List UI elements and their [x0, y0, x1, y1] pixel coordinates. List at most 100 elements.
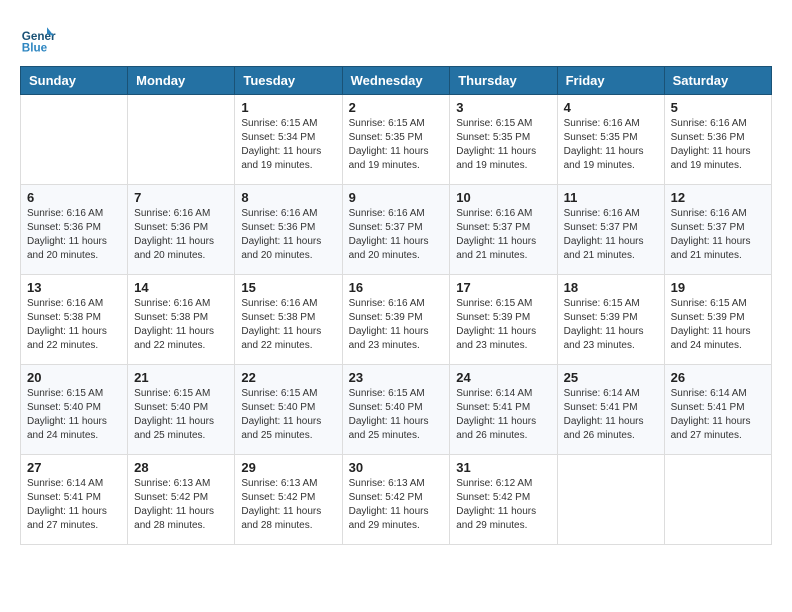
day-number: 22: [241, 370, 335, 385]
day-info: Sunrise: 6:16 AM Sunset: 5:35 PM Dayligh…: [564, 117, 658, 173]
day-number: 31: [456, 460, 550, 475]
calendar-cell: 20 Sunrise: 6:15 AM Sunset: 5:40 PM Dayli…: [21, 365, 128, 455]
calendar-header-sunday: Sunday: [21, 67, 128, 95]
day-info: Sunrise: 6:16 AM Sunset: 5:38 PM Dayligh…: [134, 297, 228, 353]
logo: General Blue: [20, 20, 60, 56]
calendar-week-row: 13 Sunrise: 6:16 AM Sunset: 5:38 PM Dayli…: [21, 275, 772, 365]
calendar-week-row: 1 Sunrise: 6:15 AM Sunset: 5:34 PM Daylig…: [21, 95, 772, 185]
day-number: 29: [241, 460, 335, 475]
day-number: 13: [27, 280, 121, 295]
svg-text:Blue: Blue: [22, 42, 48, 55]
day-info: Sunrise: 6:14 AM Sunset: 5:41 PM Dayligh…: [671, 387, 765, 443]
calendar-cell: 9Sunrise: 6:16 AM Sunset: 5:37 PM Daylig…: [342, 185, 450, 275]
day-info: Sunrise: 6:16 AM Sunset: 5:36 PM Dayligh…: [134, 207, 228, 263]
calendar-header-friday: Friday: [557, 67, 664, 95]
calendar-cell: [128, 95, 235, 185]
day-number: 3: [456, 100, 550, 115]
day-info: Sunrise: 6:12 AM Sunset: 5:42 PM Dayligh…: [456, 477, 550, 533]
calendar-cell: 10 Sunrise: 6:16 AM Sunset: 5:37 PM Dayli…: [450, 185, 557, 275]
calendar-cell: 24 Sunrise: 6:14 AM Sunset: 5:41 PM Dayli…: [450, 365, 557, 455]
calendar-cell: 16 Sunrise: 6:16 AM Sunset: 5:39 PM Dayli…: [342, 275, 450, 365]
day-number: 4: [564, 100, 658, 115]
day-info: Sunrise: 6:15 AM Sunset: 5:40 PM Dayligh…: [134, 387, 228, 443]
calendar-cell: 1 Sunrise: 6:15 AM Sunset: 5:34 PM Daylig…: [235, 95, 342, 185]
calendar-cell: 27 Sunrise: 6:14 AM Sunset: 5:41 PM Dayli…: [21, 455, 128, 545]
day-number: 16: [349, 280, 444, 295]
day-info: Sunrise: 6:15 AM Sunset: 5:40 PM Dayligh…: [241, 387, 335, 443]
day-number: 20: [27, 370, 121, 385]
calendar-cell: 17 Sunrise: 6:15 AM Sunset: 5:39 PM Dayli…: [450, 275, 557, 365]
day-number: 17: [456, 280, 550, 295]
day-number: 24: [456, 370, 550, 385]
day-info: Sunrise: 6:15 AM Sunset: 5:34 PM Dayligh…: [241, 117, 335, 173]
day-info: Sunrise: 6:15 AM Sunset: 5:35 PM Dayligh…: [456, 117, 550, 173]
day-number: 10: [456, 190, 550, 205]
day-info: Sunrise: 6:16 AM Sunset: 5:37 PM Dayligh…: [671, 207, 765, 263]
calendar-cell: 15 Sunrise: 6:16 AM Sunset: 5:38 PM Dayli…: [235, 275, 342, 365]
day-number: 6: [27, 190, 121, 205]
calendar-cell: 28 Sunrise: 6:13 AM Sunset: 5:42 PM Dayli…: [128, 455, 235, 545]
calendar-header-monday: Monday: [128, 67, 235, 95]
calendar-cell: 6 Sunrise: 6:16 AM Sunset: 5:36 PM Daylig…: [21, 185, 128, 275]
day-number: 18: [564, 280, 658, 295]
calendar-cell: 31 Sunrise: 6:12 AM Sunset: 5:42 PM Dayli…: [450, 455, 557, 545]
calendar-cell: 14Sunrise: 6:16 AM Sunset: 5:38 PM Dayli…: [128, 275, 235, 365]
calendar-week-row: 20 Sunrise: 6:15 AM Sunset: 5:40 PM Dayli…: [21, 365, 772, 455]
day-info: Sunrise: 6:15 AM Sunset: 5:40 PM Dayligh…: [27, 387, 121, 443]
day-info: Sunrise: 6:13 AM Sunset: 5:42 PM Dayligh…: [241, 477, 335, 533]
day-info: Sunrise: 6:14 AM Sunset: 5:41 PM Dayligh…: [27, 477, 121, 533]
day-info: Sunrise: 6:14 AM Sunset: 5:41 PM Dayligh…: [456, 387, 550, 443]
calendar-cell: 7Sunrise: 6:16 AM Sunset: 5:36 PM Daylig…: [128, 185, 235, 275]
calendar-cell: 2Sunrise: 6:15 AM Sunset: 5:35 PM Daylig…: [342, 95, 450, 185]
day-number: 28: [134, 460, 228, 475]
calendar-cell: 22 Sunrise: 6:15 AM Sunset: 5:40 PM Dayli…: [235, 365, 342, 455]
calendar-week-row: 27 Sunrise: 6:14 AM Sunset: 5:41 PM Dayli…: [21, 455, 772, 545]
logo-icon: General Blue: [20, 20, 56, 56]
day-info: Sunrise: 6:14 AM Sunset: 5:41 PM Dayligh…: [564, 387, 658, 443]
calendar-cell: 23 Sunrise: 6:15 AM Sunset: 5:40 PM Dayli…: [342, 365, 450, 455]
day-number: 1: [241, 100, 335, 115]
calendar-cell: 29 Sunrise: 6:13 AM Sunset: 5:42 PM Dayli…: [235, 455, 342, 545]
calendar-cell: [557, 455, 664, 545]
day-number: 21: [134, 370, 228, 385]
calendar-cell: 26 Sunrise: 6:14 AM Sunset: 5:41 PM Dayli…: [664, 365, 771, 455]
page-header: General Blue: [20, 20, 772, 56]
day-info: Sunrise: 6:16 AM Sunset: 5:36 PM Dayligh…: [671, 117, 765, 173]
day-info: Sunrise: 6:16 AM Sunset: 5:38 PM Dayligh…: [27, 297, 121, 353]
day-number: 2: [349, 100, 444, 115]
day-info: Sunrise: 6:16 AM Sunset: 5:36 PM Dayligh…: [241, 207, 335, 263]
day-info: Sunrise: 6:15 AM Sunset: 5:39 PM Dayligh…: [671, 297, 765, 353]
day-info: Sunrise: 6:15 AM Sunset: 5:40 PM Dayligh…: [349, 387, 444, 443]
calendar-cell: 4 Sunrise: 6:16 AM Sunset: 5:35 PM Daylig…: [557, 95, 664, 185]
calendar-cell: 18 Sunrise: 6:15 AM Sunset: 5:39 PM Dayli…: [557, 275, 664, 365]
calendar-week-row: 6 Sunrise: 6:16 AM Sunset: 5:36 PM Daylig…: [21, 185, 772, 275]
calendar-cell: 11Sunrise: 6:16 AM Sunset: 5:37 PM Dayli…: [557, 185, 664, 275]
day-info: Sunrise: 6:13 AM Sunset: 5:42 PM Dayligh…: [349, 477, 444, 533]
day-info: Sunrise: 6:16 AM Sunset: 5:39 PM Dayligh…: [349, 297, 444, 353]
day-number: 19: [671, 280, 765, 295]
calendar-header-wednesday: Wednesday: [342, 67, 450, 95]
day-info: Sunrise: 6:16 AM Sunset: 5:37 PM Dayligh…: [349, 207, 444, 263]
day-number: 27: [27, 460, 121, 475]
day-info: Sunrise: 6:16 AM Sunset: 5:37 PM Dayligh…: [564, 207, 658, 263]
calendar-cell: 25 Sunrise: 6:14 AM Sunset: 5:41 PM Dayli…: [557, 365, 664, 455]
calendar-header-row: SundayMondayTuesdayWednesdayThursdayFrid…: [21, 67, 772, 95]
calendar-cell: 3 Sunrise: 6:15 AM Sunset: 5:35 PM Daylig…: [450, 95, 557, 185]
day-info: Sunrise: 6:16 AM Sunset: 5:37 PM Dayligh…: [456, 207, 550, 263]
day-number: 8: [241, 190, 335, 205]
day-number: 23: [349, 370, 444, 385]
calendar-cell: [21, 95, 128, 185]
calendar-header-thursday: Thursday: [450, 67, 557, 95]
day-info: Sunrise: 6:16 AM Sunset: 5:36 PM Dayligh…: [27, 207, 121, 263]
day-info: Sunrise: 6:16 AM Sunset: 5:38 PM Dayligh…: [241, 297, 335, 353]
day-number: 26: [671, 370, 765, 385]
calendar-header-tuesday: Tuesday: [235, 67, 342, 95]
calendar-cell: 8 Sunrise: 6:16 AM Sunset: 5:36 PM Daylig…: [235, 185, 342, 275]
day-info: Sunrise: 6:15 AM Sunset: 5:39 PM Dayligh…: [456, 297, 550, 353]
day-number: 12: [671, 190, 765, 205]
day-info: Sunrise: 6:13 AM Sunset: 5:42 PM Dayligh…: [134, 477, 228, 533]
day-number: 25: [564, 370, 658, 385]
day-number: 15: [241, 280, 335, 295]
calendar-header-saturday: Saturday: [664, 67, 771, 95]
day-info: Sunrise: 6:15 AM Sunset: 5:39 PM Dayligh…: [564, 297, 658, 353]
